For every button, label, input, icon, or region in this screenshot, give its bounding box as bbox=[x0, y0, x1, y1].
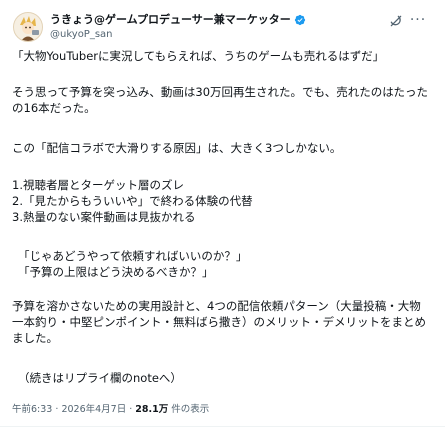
more-options-icon[interactable]: ··· bbox=[409, 12, 427, 28]
author-names: うきょう@ゲームプロデューサー兼マーケッター @ukyoP_san bbox=[50, 12, 306, 41]
verified-badge-icon bbox=[294, 14, 305, 25]
paragraph-causes-intro: この「配信コラボで大滑りする原因」は、大きく3つしかない。 bbox=[12, 141, 342, 155]
post-date[interactable]: 2026年4月7日 bbox=[61, 404, 126, 415]
avatar[interactable] bbox=[13, 12, 43, 42]
tweet-header: うきょう@ゲームプロデューサー兼マーケッター @ukyoP_san ··· bbox=[12, 10, 433, 46]
display-name[interactable]: うきょう@ゲームプロデューサー兼マーケッター bbox=[50, 12, 291, 27]
paragraph-quote: 「大物YouTuberに実況してもらえれば、うちのゲームも売れるはずだ」 bbox=[12, 49, 385, 63]
meta-separator: · bbox=[129, 404, 133, 415]
tweet: うきょう@ゲームプロデューサー兼マーケッター @ukyoP_san ··· 「大… bbox=[0, 0, 445, 433]
paragraph-result: そう思って予算を突っ込み、動画は30万回再生された。でも、売れたのはたったの16… bbox=[12, 85, 428, 115]
paragraph-continuation: （続きはリプライ欄のnoteへ） bbox=[18, 371, 182, 385]
paragraph-causes-list: 1.視聴者層とターゲット層のズレ 2.「見たからもういいや」で終わる体験の代替 … bbox=[12, 178, 253, 224]
avatar-character-icon bbox=[14, 13, 42, 41]
divider bbox=[0, 426, 445, 427]
paragraph-questions: 「じゃあどうやって依頼すればいいのか？」 「予算の上限はどう決めるべきか？」 bbox=[18, 249, 248, 279]
handle[interactable]: @ukyoP_san bbox=[50, 28, 306, 41]
post-time[interactable]: 午前6:33 bbox=[12, 404, 52, 415]
meta-separator: · bbox=[55, 404, 59, 415]
tweet-meta: 午前6:33 · 2026年4月7日 · 28.1万 件の表示 bbox=[12, 401, 209, 415]
views-label: 件の表示 bbox=[171, 404, 210, 415]
grok-icon[interactable] bbox=[389, 14, 403, 28]
views-count[interactable]: 28.1万 bbox=[135, 404, 168, 415]
paragraph-summary: 予算を溶かさないための実用設計と、4つの配信依頼パターン（大量投稿・大物一本釣り… bbox=[12, 299, 426, 345]
